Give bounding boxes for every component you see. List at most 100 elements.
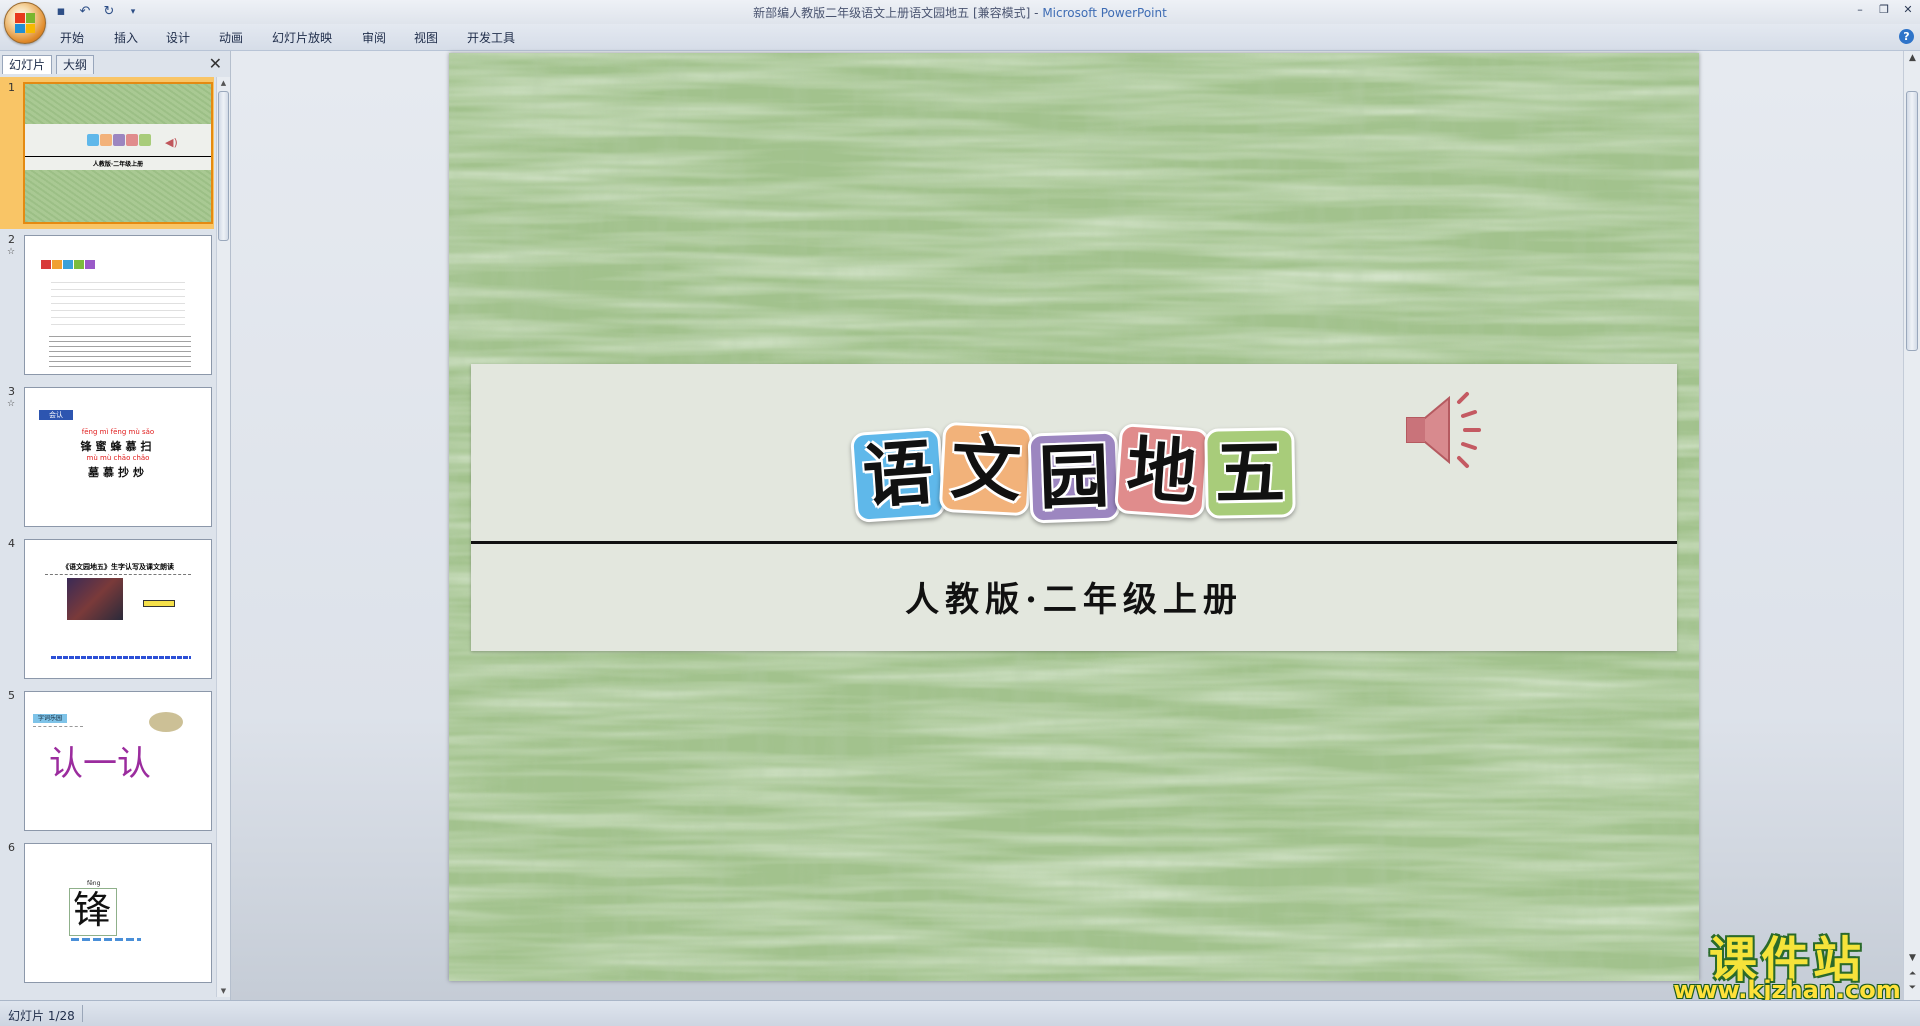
title-char-2: 文 [948,426,1024,512]
panel-scrollbar[interactable]: ▲ ▼ [216,77,230,997]
slide-thumbnail-5[interactable]: 5 字词乐园 认一认 [0,685,214,837]
pencil-icon [143,600,175,607]
status-bar: 幻灯片 1/28 [0,1000,1920,1026]
scroll-up-icon[interactable]: ▲ [1904,53,1920,63]
thumb-divider [33,726,83,727]
title-bar: ▪ ↶ ↻ ▾ 新部编人教版二年级语文上册语文园地五 [兼容模式] - Micr… [0,0,1920,24]
tab-insert[interactable]: 插入 [108,29,144,46]
next-slide-icon[interactable]: ⏷ [1904,983,1920,993]
tab-design[interactable]: 设计 [160,29,196,46]
close-icon[interactable]: ✕ [1900,2,1916,18]
thumb-title-tiles [87,134,151,146]
tab-animations[interactable]: 动画 [213,29,249,46]
thumb-heading: 认一认 [49,744,151,784]
thumbnail-preview: 字词乐园 认一认 [24,691,212,831]
status-separator [82,1005,83,1022]
slides-panel: 幻灯片 大纲 ✕ 1 人教版·二年级上册 ◀) 2 ☆ 3 ☆ 会认 fēng … [0,51,231,1000]
tab-review[interactable]: 审阅 [356,29,392,46]
thumb-divider [45,574,191,575]
thumb-hanzi-row-2: 墓慕抄炒 [88,466,148,479]
slide-number: 3 [8,385,15,398]
title-tile-4: 地 [1113,422,1211,520]
thumb-hanzi-row-1: 锋蜜蜂慕扫 [80,440,156,453]
office-button[interactable] [4,2,46,44]
tab-slides[interactable]: 幻灯片 [2,55,53,74]
thumb-decoration [149,712,183,732]
thumb-tag: 字词乐园 [33,714,67,723]
thumb-table [51,276,185,326]
scroll-thumb[interactable] [218,91,229,241]
animation-icon: ☆ [7,399,16,409]
slide-indicator: 幻灯片 1/28 [8,1009,75,1023]
previous-slide-icon[interactable]: ⏶ [1904,969,1920,979]
title-char-1: 语 [860,431,936,519]
workspace-scrollbar[interactable]: ▲ ▼ ⏶ ⏷ [1903,51,1920,1000]
speaker-icon[interactable] [1401,386,1491,476]
title-separator: - [1030,6,1043,20]
thumb-header-tiles [41,260,95,269]
scroll-down-icon[interactable]: ▼ [218,985,229,997]
thumb-text-block [49,332,191,370]
thumb-tag: 会认 [39,410,73,420]
tab-outline[interactable]: 大纲 [56,55,95,74]
title-tile-2: 文 [938,421,1034,517]
thumb-subtitle: 人教版·二年级上册 [92,161,144,168]
scroll-down-icon[interactable]: ▼ [1904,953,1920,963]
slide-number: 4 [8,537,15,550]
title-char-3: 园 [1037,434,1111,520]
thumb-pinyin-row-1: fēng mì fēng mù sǎo [81,428,155,436]
thumbnail-preview [24,235,212,375]
office-logo-icon [15,13,35,33]
thumbnail-preview: 人教版·二年级上册 ◀) [23,82,213,224]
title-band: 语 文 园 地 五 人教版·二年级上册 [471,364,1677,651]
speaker-icon: ◀) [165,136,178,149]
thumbnail-preview: fēng 锋 [24,843,212,983]
slide-number: 5 [8,689,15,702]
minimize-icon[interactable]: – [1852,2,1868,18]
thumb-buttons [71,938,141,941]
slide-number: 2 [8,233,15,246]
tab-developer[interactable]: 开发工具 [461,29,521,46]
slide-subtitle: 人教版·二年级上册 [905,580,1243,620]
slide-thumbnail-6[interactable]: 6 fēng 锋 [0,837,214,989]
title-tile-5: 五 [1204,427,1296,519]
thumbnail-preview: 《语文园地五》生字认写及课文朗读 [24,539,212,679]
scroll-up-icon[interactable]: ▲ [218,77,229,89]
scroll-thumb[interactable] [1906,91,1918,351]
tab-home[interactable]: 开始 [54,29,90,46]
title-char-5: 五 [1214,431,1286,515]
app-name: Microsoft PowerPoint [1042,6,1167,20]
thumb-char: 锋 [72,888,111,932]
slide-canvas[interactable]: 语 文 园 地 五 人教版·二年级上册 [449,53,1699,981]
window-controls: – ❐ ✕ [1852,2,1916,18]
animation-icon: ☆ [7,247,16,257]
thumb-pinyin-row-2: mù mù chāo chǎo [86,454,150,462]
thumbnail-preview: 会认 fēng mì fēng mù sǎo 锋蜜蜂慕扫 mù mù chāo … [24,387,212,527]
ribbon-tabs: 开始 插入 设计 动画 幻灯片放映 审阅 视图 开发工具 ? [0,24,1920,51]
slide-number: 6 [8,841,15,854]
help-icon[interactable]: ? [1899,29,1914,44]
title-char-4: 地 [1124,427,1200,515]
tab-view[interactable]: 视图 [408,29,444,46]
title-wordart: 语 文 园 地 五 [849,420,1313,524]
slide-thumbnails: 1 人教版·二年级上册 ◀) 2 ☆ 3 ☆ 会认 fēng mì fēng m… [0,77,214,997]
slide-number: 1 [8,81,15,94]
slide-thumbnail-4[interactable]: 4 《语文园地五》生字认写及课文朗读 [0,533,214,685]
slide-thumbnail-2[interactable]: 2 ☆ [0,229,214,381]
panel-tabs: 幻灯片 大纲 ✕ [0,53,230,75]
thumb-link [51,656,191,659]
slide-thumbnail-3[interactable]: 3 ☆ 会认 fēng mì fēng mù sǎo 锋蜜蜂慕扫 mù mù c… [0,381,214,533]
thumb-title: 《语文园地五》生字认写及课文朗读 [62,563,174,571]
watermark-logo: 课件站 www.kjzhan.com [1670,920,1904,1004]
thumb-video-image [67,578,123,620]
title-divider [471,541,1677,544]
restore-icon[interactable]: ❐ [1876,2,1892,18]
window-title: 新部编人教版二年级语文上册语文园地五 [兼容模式] - Microsoft Po… [0,4,1920,21]
title-tile-1: 语 [849,426,947,524]
thumb-divider [25,156,211,157]
slide-thumbnail-1[interactable]: 1 人教版·二年级上册 ◀) [0,77,214,229]
title-tile-3: 园 [1027,430,1121,524]
document-name: 新部编人教版二年级语文上册语文园地五 [兼容模式] [753,6,1031,20]
close-panel-icon[interactable]: ✕ [209,54,222,73]
tab-slide-show[interactable]: 幻灯片放映 [266,29,338,46]
